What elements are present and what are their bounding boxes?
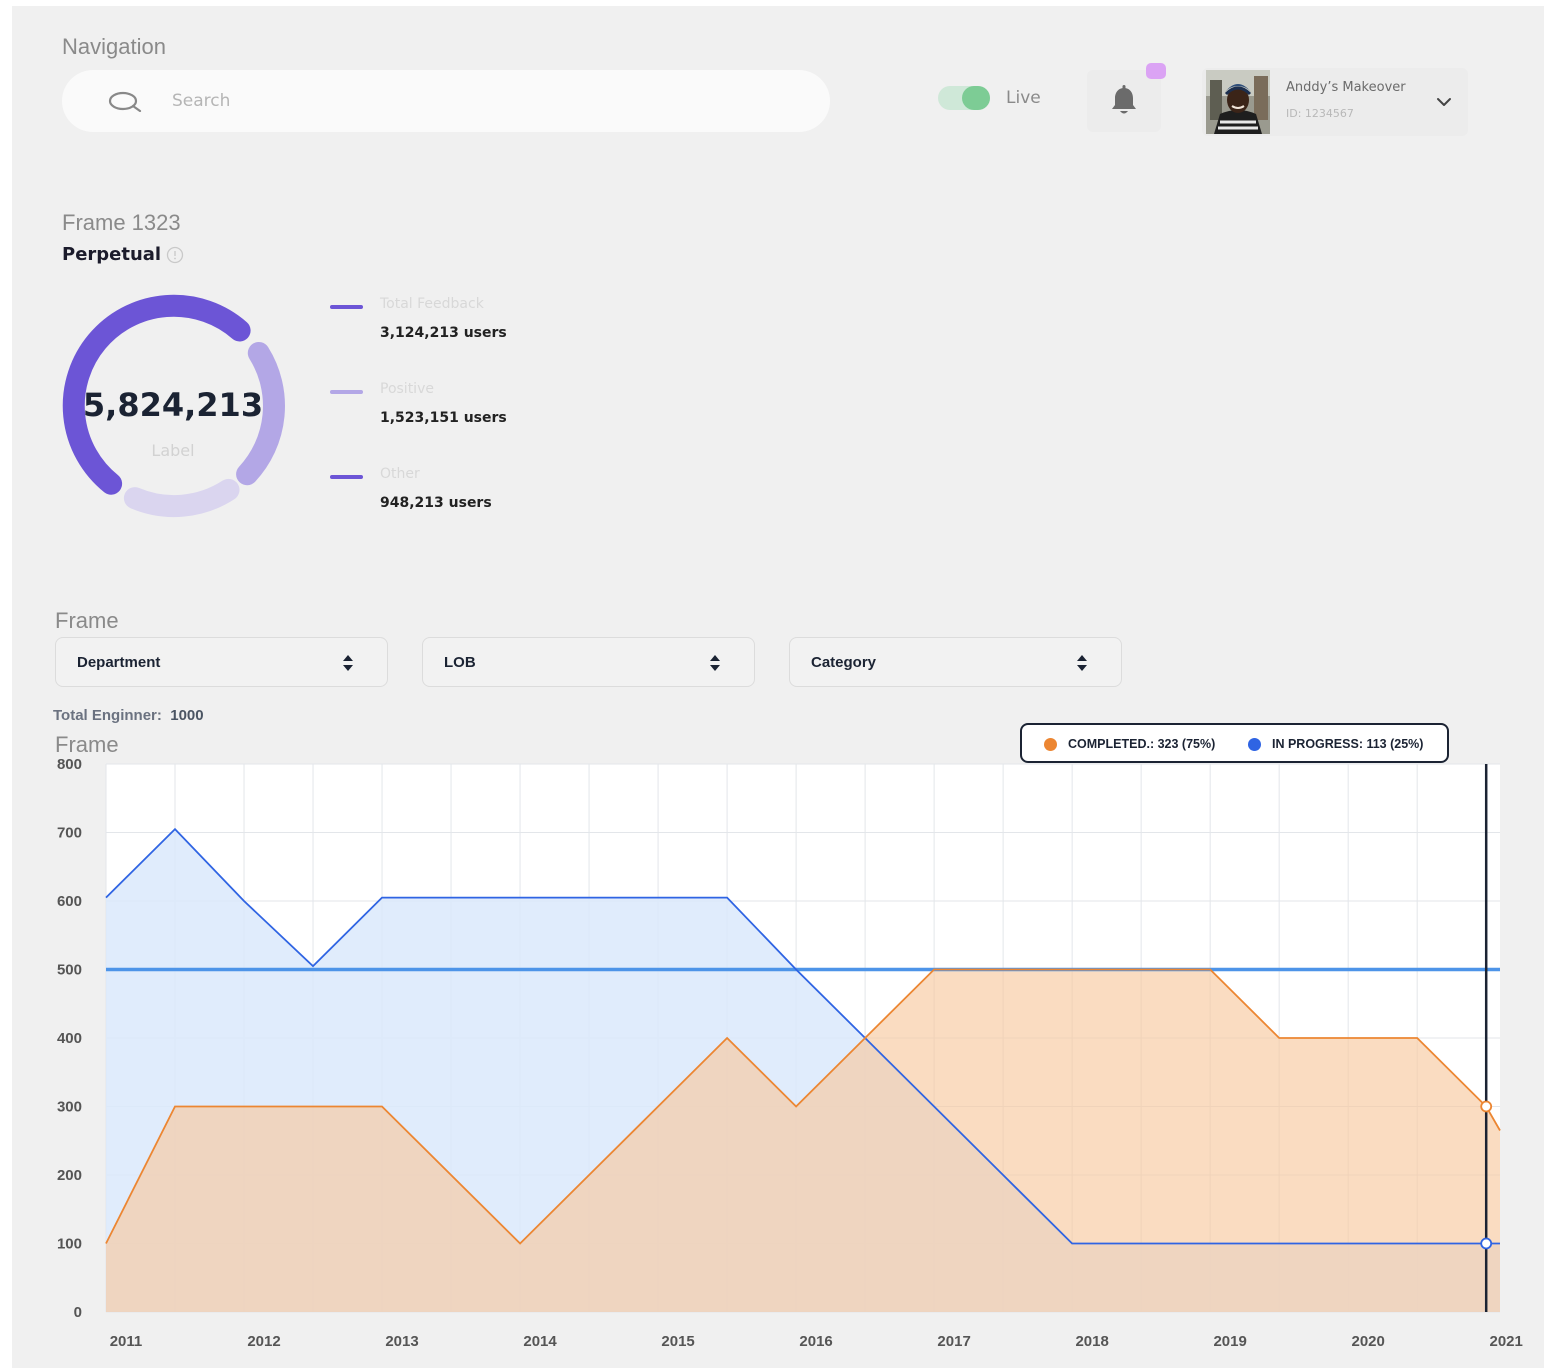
dashboard-canvas: Navigation Live: [12, 6, 1544, 1368]
department-select-label: Department: [77, 654, 161, 671]
chevron-down-icon[interactable]: [1436, 96, 1452, 108]
summary-subtitle: Perpetual: [62, 244, 162, 265]
y-tick-label: 400: [57, 1030, 82, 1047]
category-select-label: Category: [811, 654, 877, 671]
donut-segment-other: [123, 478, 240, 518]
x-tick-label: 2017: [937, 1333, 970, 1350]
x-tick-label: 2016: [799, 1333, 832, 1350]
sort-arrows-icon: [710, 655, 720, 671]
in-progress-marker: [1480, 1237, 1493, 1250]
y-tick-label: 300: [57, 1099, 82, 1116]
profile-name: Anddy’s Makeover: [1286, 80, 1406, 95]
x-tick-label: 2018: [1075, 1333, 1108, 1350]
category-select[interactable]: Category: [789, 637, 1122, 687]
x-tick-label: 2015: [661, 1333, 694, 1350]
y-tick-label: 100: [57, 1236, 82, 1253]
x-tick-label: 2021: [1490, 1333, 1523, 1350]
area-chart: 0 100 200 300 400 500 600 700 800 2011 2012 2013 201…: [57, 756, 1523, 1350]
completed-marker: [1480, 1100, 1493, 1113]
y-tick-label: 700: [57, 825, 82, 842]
notifications-button[interactable]: [1087, 70, 1161, 132]
notification-badge: [1146, 63, 1166, 79]
search-bar[interactable]: [62, 70, 830, 132]
legend-value: 948,213 users: [380, 495, 492, 511]
search-icon: [108, 91, 142, 112]
search-input[interactable]: [172, 88, 772, 114]
legend-swatch: [330, 305, 363, 309]
avatar: [1206, 70, 1270, 134]
bell-icon: [1112, 85, 1136, 114]
legend-completed: COMPLETED.: 323 (75%): [1068, 737, 1216, 751]
x-tick-label: 2011: [110, 1333, 143, 1350]
summary-frame-title: Frame 1323: [62, 210, 181, 235]
completed-dot: [1044, 738, 1057, 751]
y-tick-label: 600: [57, 893, 82, 910]
x-tick-label: 2014: [523, 1333, 557, 1350]
y-tick-label: 500: [57, 962, 82, 979]
y-tick-label: 200: [57, 1167, 82, 1184]
live-label: Live: [1006, 88, 1041, 108]
department-select[interactable]: Department: [55, 637, 388, 687]
sort-arrows-icon: [343, 655, 353, 671]
chart-frame-title: Frame: [55, 732, 119, 757]
profile-id: ID: 1234567: [1286, 107, 1354, 120]
total-engineer-label: Total Enginner:: [53, 707, 162, 724]
live-toggle[interactable]: [938, 86, 990, 110]
toggle-knob: [962, 86, 990, 110]
lob-select-label: LOB: [444, 654, 476, 671]
total-engineer: Total Enginner: 1000: [53, 707, 204, 724]
total-engineer-value: 1000: [170, 707, 204, 724]
legend-name: Positive: [380, 381, 434, 397]
filters-title: Frame: [55, 608, 119, 633]
x-tick-label: 2013: [385, 1333, 418, 1350]
legend-swatch: [330, 475, 363, 479]
y-tick-label: 0: [74, 1304, 82, 1321]
legend-swatch: [330, 390, 363, 394]
donut-total-label: Label: [151, 441, 195, 460]
navigation-title: Navigation: [62, 34, 166, 59]
x-tick-label: 2020: [1351, 1333, 1384, 1350]
donut-total-value: 5,824,213: [82, 386, 264, 424]
legend-name: Other: [380, 466, 420, 482]
in-progress-dot: [1248, 738, 1261, 751]
legend-value: 1,523,151 users: [380, 410, 507, 426]
x-tick-label: 2012: [247, 1333, 280, 1350]
legend-value: 3,124,213 users: [380, 325, 507, 341]
lob-select[interactable]: LOB: [422, 637, 755, 687]
profile-menu[interactable]: Anddy’s Makeover ID: 1234567: [1202, 68, 1468, 136]
legend-name: Total Feedback: [380, 296, 484, 312]
legend-in-progress: IN PROGRESS: 113 (25%): [1272, 737, 1424, 751]
info-icon[interactable]: [166, 246, 184, 264]
y-tick-label: 800: [57, 756, 82, 773]
x-tick-label: 2019: [1213, 1333, 1246, 1350]
sort-arrows-icon: [1077, 655, 1087, 671]
